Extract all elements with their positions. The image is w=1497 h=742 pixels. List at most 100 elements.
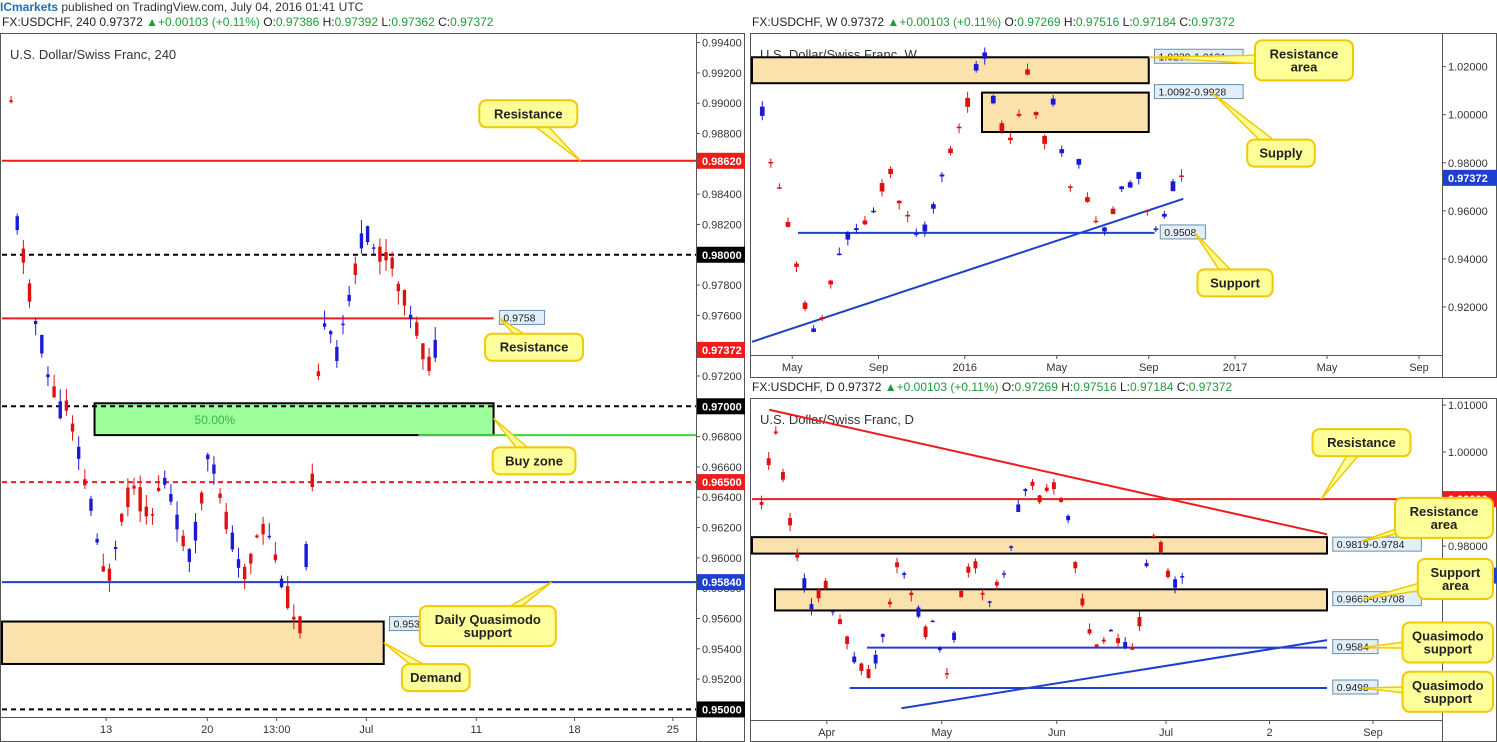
daily-candle-body bbox=[966, 566, 971, 573]
h4-y-tick-label: 0.97800 bbox=[702, 280, 742, 292]
h4-value-label: 0.9758 bbox=[503, 312, 535, 324]
weekly-candle-body bbox=[1059, 149, 1065, 154]
daily-candle-body bbox=[1158, 542, 1163, 553]
published-text: published on TradingView.com, July 04, 2… bbox=[61, 0, 364, 14]
h4-candle-body bbox=[138, 487, 142, 512]
daily-candle-body bbox=[1123, 642, 1128, 649]
h4-callout-text: Resistance bbox=[500, 340, 569, 355]
h4-candle-body bbox=[279, 578, 284, 588]
daily-candle-body bbox=[909, 592, 914, 596]
h4-candle-body bbox=[273, 554, 278, 561]
weekly-y-tick-label: 0.94000 bbox=[1448, 254, 1488, 266]
page-header: ICmarkets published on TradingView.com, … bbox=[0, 0, 1497, 14]
h4-candle-body bbox=[390, 257, 394, 269]
daily-candle-body bbox=[830, 610, 835, 613]
daily-zone-0 bbox=[751, 536, 1328, 555]
h4-price-tag: 0.98000 bbox=[702, 250, 742, 262]
daily-candle-body bbox=[816, 589, 821, 599]
h4-candle-body bbox=[384, 252, 388, 261]
weekly-frame bbox=[750, 33, 1497, 378]
daily-candle-body bbox=[902, 573, 907, 575]
weekly-x-tick-label: Sep bbox=[869, 362, 889, 374]
daily-chart-panel[interactable]: FX:USDCHF, D 0.97372 ▲+0.00103 (+0.11%) … bbox=[750, 380, 1497, 742]
h4-candle-body bbox=[224, 511, 228, 530]
weekly-candle-body bbox=[802, 302, 808, 309]
daily-candle-body bbox=[887, 601, 892, 605]
h4-y-tick-label: 0.96400 bbox=[702, 492, 742, 504]
weekly-callout-line: area bbox=[1291, 59, 1319, 74]
weekly-callout-text: Supply bbox=[1259, 146, 1303, 161]
weekly-candle-body bbox=[1162, 213, 1167, 217]
weekly-zone-1 bbox=[981, 91, 1150, 134]
daily-candle-body bbox=[1002, 573, 1006, 575]
daily-x-tick-label: Jul bbox=[1159, 727, 1173, 739]
h4-candle-body bbox=[9, 100, 13, 103]
weekly-candle-body bbox=[973, 64, 979, 71]
weekly-chart-panel[interactable]: FX:USDCHF, W 0.97372 ▲+0.00103 (+0.11%) … bbox=[750, 15, 1497, 378]
h4-callout-line: support bbox=[464, 625, 513, 640]
h4-candle-body bbox=[408, 314, 413, 320]
h4-x-tick-label: 18 bbox=[568, 724, 580, 736]
h4-y-tick-label: 0.99400 bbox=[702, 38, 742, 50]
daily-candle-body bbox=[937, 647, 942, 651]
weekly-candle-body bbox=[836, 253, 842, 256]
h4-candle-body bbox=[329, 331, 333, 335]
h4-candle-body bbox=[310, 473, 314, 488]
h4-candle-body bbox=[236, 559, 241, 568]
daily-candle-body bbox=[1144, 563, 1149, 567]
h4-candle-body bbox=[255, 535, 259, 538]
daily-candle-body bbox=[959, 590, 964, 598]
h4-candle-body bbox=[261, 523, 265, 535]
daily-x-tick-label: 2 bbox=[1266, 727, 1272, 739]
daily-candle-body bbox=[930, 620, 935, 623]
weekly-candle-body bbox=[1016, 114, 1022, 116]
daily-value-label: 0.9819-0.9784 bbox=[1337, 539, 1405, 551]
weekly-x-tick-label: Sep bbox=[1409, 362, 1429, 374]
daily-candle-body bbox=[1080, 598, 1085, 606]
h4-price-tag: 0.96500 bbox=[702, 477, 742, 489]
daily-candle-body bbox=[880, 634, 885, 637]
daily-candle-body bbox=[895, 562, 899, 568]
h4-y-tick-label: 0.99000 bbox=[702, 98, 742, 110]
weekly-price-tag: 0.97372 bbox=[1448, 173, 1488, 185]
h4-callout-line: Buy zone bbox=[505, 453, 563, 468]
daily-callout-text: Resistance bbox=[1327, 435, 1396, 450]
h4-candle-body bbox=[353, 263, 357, 275]
h4-candle-body bbox=[58, 401, 62, 419]
weekly-chart-svg[interactable]: U.S. Dollar/Swiss Franc, W1.020001.00000… bbox=[750, 15, 1497, 378]
daily-candle-body bbox=[1044, 487, 1049, 491]
h4-chart-title: U.S. Dollar/Swiss Franc, 240 bbox=[10, 47, 176, 62]
h4-chart-panel[interactable]: FX:USDCHF, 240 0.97372 ▲+0.00103 (+0.11%… bbox=[0, 15, 745, 742]
daily-candle-body bbox=[773, 431, 778, 434]
h4-chart-svg[interactable]: U.S. Dollar/Swiss Franc, 240 0.99400 0.992… bbox=[0, 15, 745, 742]
weekly-candle-body bbox=[811, 328, 816, 332]
weekly-candle-body bbox=[931, 204, 936, 209]
daily-candle-body bbox=[802, 578, 807, 589]
h4-price-tag: 0.95840 bbox=[702, 577, 742, 589]
h4-candle-body bbox=[132, 485, 136, 489]
h4-candle-body bbox=[378, 246, 382, 262]
h4-candle-body bbox=[230, 532, 235, 550]
daily-candle-body bbox=[859, 663, 864, 671]
daily-candle-body bbox=[788, 518, 793, 526]
daily-trendline-1 bbox=[901, 639, 1328, 710]
daily-y-tick-label: 1.01000 bbox=[1448, 400, 1488, 412]
h4-candle-body bbox=[199, 492, 204, 504]
h4-candle-body bbox=[181, 535, 185, 547]
weekly-candle-body bbox=[1110, 208, 1116, 215]
weekly-candle-body bbox=[948, 148, 953, 154]
h4-candle-body bbox=[144, 506, 148, 517]
h4-y-tick-label: 0.98400 bbox=[702, 189, 742, 201]
h4-candle-body bbox=[126, 487, 130, 508]
h4-candle-body bbox=[249, 553, 253, 564]
weekly-y-tick-label: 1.00000 bbox=[1448, 110, 1488, 122]
h4-zone-0 bbox=[93, 402, 495, 437]
daily-chart-svg[interactable]: U.S. Dollar/Swiss Franc, D1.010001.00000… bbox=[750, 380, 1497, 742]
daily-candle-body bbox=[944, 673, 949, 675]
daily-candle-body bbox=[1009, 546, 1014, 548]
daily-candle-body bbox=[1101, 639, 1106, 642]
weekly-candle-body bbox=[1119, 186, 1124, 190]
weekly-candle-body bbox=[879, 183, 885, 192]
h4-candle-body bbox=[15, 216, 19, 231]
h4-y-tick-label: 0.98200 bbox=[702, 219, 742, 231]
